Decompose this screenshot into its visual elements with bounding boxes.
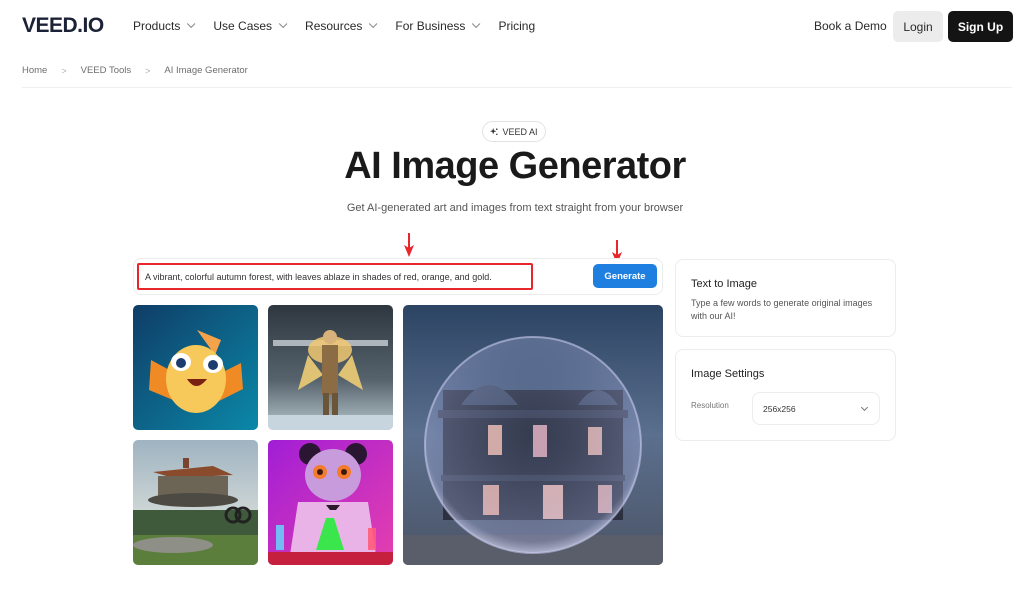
login-button[interactable]: Login (893, 11, 943, 42)
site-header: VEED.IO Products Use Cases Resources For… (0, 0, 1024, 54)
breadcrumb-current: AI Image Generator (164, 65, 248, 76)
gallery-image-bubble-house[interactable] (403, 305, 663, 565)
veed-logo[interactable]: VEED.IO (22, 14, 104, 38)
nav-resources[interactable]: Resources (305, 19, 378, 33)
gallery-image-floating-house[interactable] (133, 440, 258, 565)
nav-pricing[interactable]: Pricing (498, 19, 535, 33)
image-settings-title: Image Settings (691, 368, 765, 380)
gallery-image-scientist-panda[interactable] (268, 440, 393, 565)
breadcrumb-separator-icon: > (61, 65, 67, 76)
chevron-down-icon (860, 403, 869, 412)
nav-label: Use Cases (213, 19, 273, 33)
chevron-down-icon (278, 19, 288, 29)
breadcrumb-separator-icon: > (145, 65, 151, 76)
nav-use-cases[interactable]: Use Cases (213, 19, 288, 33)
chevron-down-icon (187, 19, 196, 29)
book-demo-link[interactable]: Book a Demo (814, 19, 887, 33)
nav-products[interactable]: Products (133, 19, 196, 33)
nav-label: For Business (395, 19, 466, 33)
image-settings-card: Image Settings Resolution 256x256 (675, 349, 896, 441)
chevron-down-icon (472, 19, 481, 29)
resolution-label: Resolution (691, 401, 729, 410)
breadcrumb-home[interactable]: Home (22, 65, 47, 76)
generate-button[interactable]: Generate (593, 264, 657, 288)
text-to-image-title: Text to Image (691, 278, 758, 290)
nav-for-business[interactable]: For Business (395, 19, 481, 33)
nav-label: Products (133, 19, 181, 33)
badge-label: VEED AI (502, 126, 538, 137)
text-to-image-description: Type a few words to generate original im… (691, 298, 873, 321)
divider (22, 87, 1012, 88)
main-nav: Products Use Cases Resources For Busines… (133, 19, 556, 33)
page-subtitle: Get AI-generated art and images from tex… (346, 202, 684, 214)
nav-label: Pricing (498, 19, 536, 33)
page-title: AI Image Generator (344, 145, 686, 187)
resolution-value: 256x256 (763, 403, 796, 414)
text-to-image-card: Text to Image Type a few words to genera… (675, 259, 896, 337)
sparkle-icon (490, 127, 499, 135)
gallery-image-cartoon-fish[interactable] (133, 305, 258, 430)
nav-label: Resources (305, 19, 363, 33)
breadcrumb-veed-tools[interactable]: VEED Tools (81, 65, 132, 76)
chevron-down-icon (369, 19, 378, 29)
resolution-select[interactable]: 256x256 (752, 392, 880, 425)
prompt-input[interactable] (137, 263, 533, 290)
breadcrumb: Home > VEED Tools > AI Image Generator (22, 65, 248, 76)
gallery-image-winged-knight[interactable] (268, 305, 393, 430)
signup-button[interactable]: Sign Up (948, 11, 1013, 42)
veed-ai-badge: VEED AI (482, 121, 546, 142)
annotation-arrow-icon (404, 233, 414, 257)
